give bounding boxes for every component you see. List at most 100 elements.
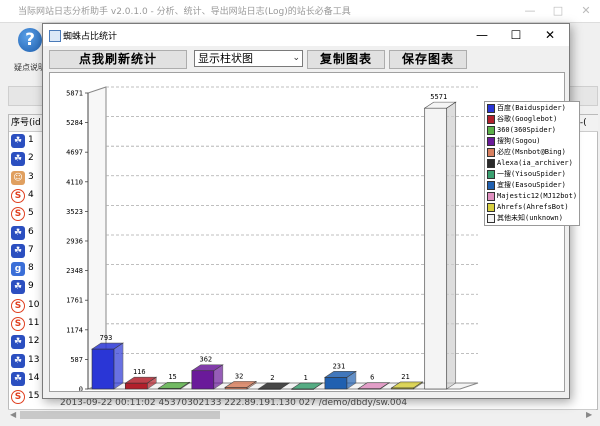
y-tick-label: 3523 — [66, 208, 83, 216]
bar-value-label: 116 — [133, 368, 146, 376]
y-tick-label: 4697 — [66, 149, 83, 157]
legend-swatch — [487, 191, 495, 201]
app-maximize-button[interactable]: □ — [548, 2, 568, 20]
scrollbar-thumb[interactable] — [20, 411, 220, 419]
legend-item: 其他未知(unknown) — [487, 213, 577, 224]
help-icon[interactable]: ? — [18, 28, 42, 52]
bar-value-label: 362 — [199, 356, 212, 364]
bar-3 — [190, 364, 224, 390]
legend-swatch — [487, 202, 495, 212]
legend-label: 谷歌(Googlebot) — [497, 115, 558, 123]
legend-item: 谷歌(Googlebot) — [487, 114, 577, 125]
chart-legend: 百度(Baiduspider) 谷歌(Googlebot) 360(360Spide… — [484, 101, 581, 226]
legend-label: Alexa(ia_archiver) — [497, 159, 573, 167]
app-title: 当际网站日志分析助手 v2.0.1.0 - 分析、统计、导出网站日志(Log)的… — [18, 7, 351, 17]
legend-swatch — [487, 114, 495, 124]
paw-icon: ☘ — [11, 280, 25, 295]
bar-value-label: 2 — [270, 374, 274, 382]
bar-value-label: 21 — [401, 373, 409, 381]
chart-type-select[interactable]: 显示柱状图 ⌄ — [194, 50, 303, 67]
legend-label: 一搜(YisouSpider) — [497, 170, 566, 178]
row-number: 15 — [28, 391, 40, 402]
paw-icon: ☘ — [11, 152, 25, 167]
scroll-left-arrow-icon[interactable]: ◀ — [10, 410, 16, 419]
table-row-text: 2013-09-22 00:11:02 45370302133 222.89.1… — [60, 398, 408, 408]
dialog-minimize-button[interactable]: — — [465, 24, 499, 46]
y-tick-label: 1174 — [66, 326, 83, 334]
refresh-stats-button[interactable]: 点我刷新统计 — [49, 50, 187, 69]
paw-icon: ☘ — [11, 335, 25, 350]
row-number: 2 — [28, 153, 34, 164]
legend-item: 百度(Baiduspider) — [487, 103, 577, 114]
y-tick-label: 2348 — [66, 267, 83, 275]
row-number: 7 — [28, 244, 34, 255]
row-number: 9 — [28, 281, 34, 292]
bar-side — [113, 342, 124, 390]
legend-swatch — [487, 125, 495, 135]
scroll-right-arrow-icon[interactable]: ▶ — [586, 410, 592, 419]
app-minimize-button[interactable]: — — [520, 2, 540, 20]
legend-item: Ahrefs(AhrefsBot) — [487, 202, 577, 213]
row-number: 14 — [28, 372, 40, 383]
row-number: 8 — [28, 263, 34, 274]
bar-front — [424, 107, 448, 390]
bar-value-label: 6 — [370, 374, 374, 382]
legend-swatch — [487, 147, 495, 157]
window-icon — [49, 30, 61, 42]
y-tick-label: 587 — [70, 356, 83, 364]
legend-swatch — [487, 136, 495, 146]
legend-label: 360(360Spider) — [497, 126, 557, 134]
legend-swatch — [487, 169, 495, 179]
dialog-maximize-button[interactable]: ☐ — [499, 24, 533, 46]
row-number: 11 — [28, 318, 40, 328]
save-chart-button[interactable]: 保存图表 — [389, 50, 467, 69]
legend-label: Majestic12(MJ12bot) — [497, 192, 578, 200]
bar-value-label: 15 — [168, 373, 176, 381]
legend-swatch — [487, 180, 495, 190]
row-number: 1 — [28, 135, 34, 145]
row-number: 10 — [28, 299, 40, 310]
y-tick-label: 5871 — [66, 90, 83, 98]
row-number: 6 — [28, 226, 34, 237]
paw-icon: ☘ — [11, 225, 25, 240]
bar-10 — [423, 101, 457, 390]
y-tick-label: 1761 — [66, 297, 83, 305]
bar-value-label: 32 — [235, 372, 243, 380]
legend-label: 搜狗(Sogou) — [497, 137, 541, 145]
sogou-icon: S — [11, 188, 25, 203]
copy-chart-button[interactable]: 复制图表 — [307, 50, 385, 69]
bar-value-label: 1 — [304, 374, 308, 382]
sogou-icon: S — [11, 317, 25, 331]
y-tick-label: 0 — [79, 386, 83, 392]
paw-icon: ☘ — [11, 243, 25, 258]
y-tick-label: 5284 — [66, 119, 83, 127]
bar-0 — [91, 342, 124, 390]
bar-front — [191, 370, 215, 390]
row-number: 4 — [28, 189, 34, 200]
legend-item: 搜狗(Sogou) — [487, 136, 577, 147]
bar-value-label: 5571 — [430, 93, 447, 101]
row-number: 5 — [28, 208, 34, 219]
bar-7 — [323, 370, 357, 390]
dialog-title: 蜘蛛占比统计 — [63, 32, 118, 42]
app-close-button[interactable]: ✕ — [576, 2, 596, 20]
paw-icon: ☘ — [11, 353, 25, 368]
legend-swatch — [487, 213, 495, 223]
legend-item: Majestic12(MJ12bot) — [487, 191, 577, 202]
paw-icon: ☘ — [11, 134, 25, 148]
person-icon: ☺ — [11, 170, 25, 185]
bar-front — [91, 348, 115, 390]
bar-front — [324, 377, 348, 390]
chevron-down-icon: ⌄ — [292, 53, 300, 63]
y-tick-label: 2936 — [66, 237, 83, 245]
legend-label: 必应(Msnbot@Bing) — [497, 148, 566, 156]
chart-type-value: 显示柱状图 — [198, 52, 253, 65]
legend-label: 宜搜(EasouSpider) — [497, 181, 566, 189]
bar-front — [124, 382, 148, 390]
bar-side — [446, 101, 457, 390]
legend-item: Alexa(ia_archiver) — [487, 158, 577, 169]
legend-item: 一搜(YisouSpider) — [487, 169, 577, 180]
legend-item: 必应(Msnbot@Bing) — [487, 147, 577, 158]
row-number: 3 — [28, 171, 34, 182]
dialog-close-button[interactable]: ✕ — [533, 24, 567, 46]
